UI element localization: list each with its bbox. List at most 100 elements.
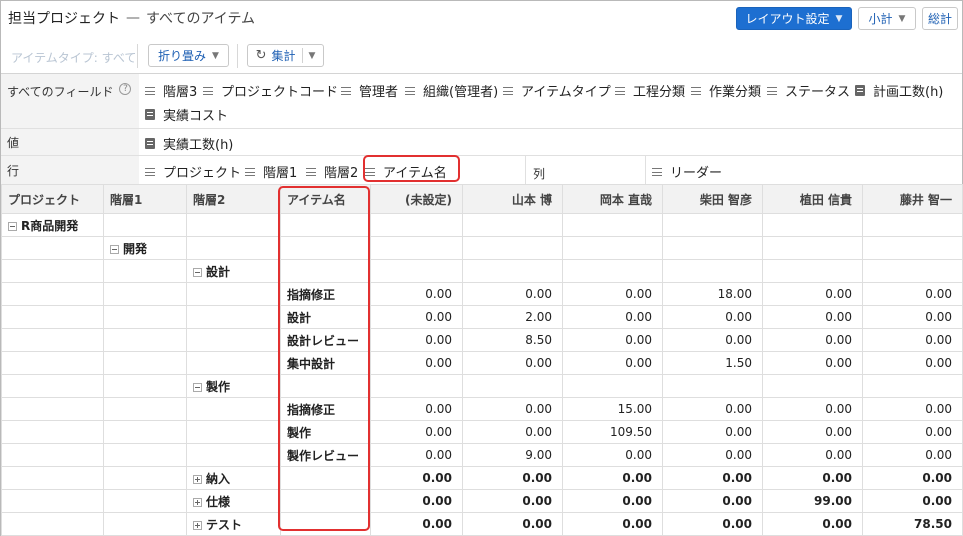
collapse-icon[interactable] [8,221,17,231]
table-row: 設計レビュー 0.00 8.50 0.00 0.00 0.00 0.00 [1,328,963,352]
collapse-icon[interactable] [193,382,202,392]
value-cell: 0.00 [762,282,863,306]
row-header-cell [103,282,187,306]
column-header[interactable]: 植田 信貴 [762,184,863,214]
value-cell [562,374,663,398]
field-chip-label: アイテムタイプ [521,85,611,100]
pivot-field-panel: すべてのフィールド ? 値 行 階層3 プロジェクトコード 管理者 組織(管理者… [1,73,962,185]
row-header-cell [1,374,104,398]
collapse-button[interactable]: 折り畳み ▼ [148,44,229,67]
help-icon[interactable]: ? [119,83,132,95]
grand-total-button[interactable]: 総計 [922,7,958,30]
row-header-label: 仕様 [206,494,231,509]
value-cell [370,374,463,398]
value-cell [762,374,863,398]
row-header-cell [103,443,187,467]
row-header-cell [280,213,371,237]
field-chip[interactable]: 実績コスト [145,105,228,124]
value-cell: 0.00 [662,397,763,421]
value-cell: 0.00 [662,420,763,444]
value-cell [562,213,663,237]
value-cell: 0.00 [762,305,863,329]
field-chip[interactable]: 作業分類 [691,81,761,100]
drag-handle-icon [691,86,701,95]
field-chip[interactable]: 組織(管理者) [405,81,498,100]
row-header-label: R商品開発 [21,218,79,233]
row-header-cell: 設計 [186,259,281,283]
value-cell: 0.00 [762,466,863,490]
row-header-cell [1,443,104,467]
divider [1,155,962,156]
column-header[interactable]: 岡本 直哉 [562,184,663,214]
toolbar-divider [137,44,138,68]
collapse-icon[interactable] [193,267,202,277]
value-cell [462,374,563,398]
button-divider [301,48,303,63]
chevron-down-icon: ▼ [212,50,219,61]
column-field-chip[interactable]: リーダー [652,162,722,181]
table-row: 設計 [1,259,963,283]
column-header[interactable]: 階層1 [103,184,187,214]
row-header-cell: 設計 [280,305,371,329]
field-chip[interactable]: ステータス [767,81,850,100]
layout-settings-button[interactable]: レイアウト設定 ▼ [736,7,852,30]
column-header[interactable]: 階層2 [186,184,281,214]
column-header[interactable]: 山本 博 [462,184,563,214]
drag-handle-icon [365,167,375,176]
value-cell: 9.00 [462,443,563,467]
row-header-cell [103,305,187,329]
toolbar-divider [237,44,238,68]
column-header[interactable]: アイテム名 [280,184,371,214]
chevron-down-icon: ▼ [835,13,843,24]
page-title: 担当プロジェクト [8,11,120,27]
value-field-chip[interactable]: 実績工数(h) [145,134,233,153]
field-chip[interactable]: プロジェクトコード [203,81,338,100]
value-cell: 0.00 [370,489,463,513]
row-field-chip[interactable]: 階層1 [245,162,297,181]
value-cell [662,213,763,237]
field-chip[interactable]: 計画工数(h) [855,81,943,100]
expand-icon[interactable] [193,474,202,484]
row-field-chip[interactable]: プロジェクト [145,162,241,181]
aggregate-button[interactable]: ↻ 集計 ▼ [247,44,324,67]
row-header-cell [1,351,104,375]
value-cell: 0.00 [862,305,963,329]
value-cell: 18.00 [662,282,763,306]
column-header[interactable]: プロジェクト [1,184,104,214]
value-cell [862,374,963,398]
value-cell: 0.00 [562,305,663,329]
subtotal-button[interactable]: 小計 ▼ [858,7,916,30]
value-cell: 0.00 [562,512,663,536]
column-header[interactable]: 藤井 智一 [862,184,963,214]
expand-icon[interactable] [193,497,202,507]
row-field-chip-item-name[interactable]: アイテム名 [365,162,447,181]
column-header[interactable]: (未設定) [370,184,463,214]
field-chip[interactable]: 管理者 [341,81,398,100]
row-field-chip[interactable]: 階層2 [306,162,358,181]
divider [1,128,962,129]
value-cell: 0.00 [562,466,663,490]
row-header-cell [186,328,281,352]
row-header-cell [1,259,104,283]
row-field-label: アイテム名 [383,166,447,181]
collapse-icon[interactable] [110,244,119,254]
row-header-label: 納入 [206,471,231,486]
column-header[interactable]: 柴田 智彦 [662,184,763,214]
value-cell: 2.00 [462,305,563,329]
field-chip[interactable]: 工程分類 [615,81,685,100]
value-cell: 0.00 [370,420,463,444]
aggregate-label: 集計 [271,49,296,63]
expand-icon[interactable] [193,520,202,530]
drag-handle-icon [405,86,415,95]
field-chip[interactable]: アイテムタイプ [503,81,611,100]
value-cell: 0.00 [862,328,963,352]
page-header: 担当プロジェクト — すべてのアイテム [8,8,255,28]
row-header-cell [1,328,104,352]
value-cell: 0.00 [462,489,563,513]
value-cell [762,259,863,283]
value-cell: 0.00 [662,443,763,467]
table-row: 製作レビュー 0.00 9.00 0.00 0.00 0.00 0.00 [1,443,963,467]
field-chip[interactable]: 階層3 [145,81,197,100]
item-type-filter[interactable]: アイテムタイプ: すべて [11,49,136,66]
row-header-cell [186,420,281,444]
